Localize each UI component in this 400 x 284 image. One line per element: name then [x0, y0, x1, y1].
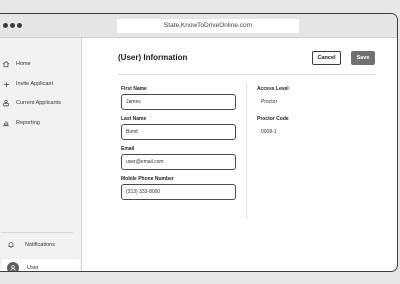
sidebar: Home Invite Applicant Current Applicants…: [0, 38, 82, 271]
sidebar-item-label: Reporting: [16, 120, 40, 126]
phone-field[interactable]: [121, 184, 236, 200]
save-button[interactable]: Save: [351, 51, 375, 65]
access-level-value: Proctor: [261, 99, 278, 105]
sidebar-item-home[interactable]: Home: [1, 57, 31, 71]
sidebar-item-current-applicants[interactable]: Current Applicants: [1, 96, 61, 110]
first-name-label: First Name: [121, 86, 147, 92]
sidebar-item-user[interactable]: User: [1, 259, 80, 271]
phone-label: Mobile Phone Number: [121, 176, 174, 182]
applicants-icon: [1, 98, 11, 108]
sidebar-divider: [1, 232, 73, 233]
home-icon: [1, 59, 11, 69]
cancel-button[interactable]: Cancel: [312, 51, 341, 65]
access-level-label: Access Level: [257, 86, 289, 92]
sidebar-item-invite-applicant[interactable]: Invite Applicant: [1, 77, 53, 91]
plus-icon: [1, 79, 11, 89]
proctor-code-label: Proctor Code: [257, 116, 289, 122]
url-bar[interactable]: State.KnowToDriveOnline.com: [117, 19, 299, 33]
sidebar-item-label: Notifications: [25, 242, 55, 248]
sidebar-item-label: Invite Applicant: [16, 81, 53, 87]
window-control-dot[interactable]: [3, 23, 8, 28]
header-divider: [118, 74, 376, 75]
sidebar-item-label: Current Applicants: [16, 100, 61, 106]
user-icon: [10, 265, 16, 271]
proctor-code-value: 0008-1: [261, 129, 277, 135]
sidebar-item-notifications[interactable]: Notifications: [7, 238, 55, 252]
window-control-dot[interactable]: [17, 23, 22, 28]
bell-icon: [7, 241, 19, 249]
email-field[interactable]: [121, 154, 236, 170]
sidebar-item-label: User: [27, 265, 39, 271]
last-name-field[interactable]: [121, 124, 236, 140]
page-title: (User) Information: [118, 53, 188, 62]
sidebar-item-label: Home: [16, 61, 31, 67]
last-name-label: Last Name: [121, 116, 147, 122]
sidebar-item-reporting[interactable]: Reporting: [1, 116, 40, 130]
browser-window: State.KnowToDriveOnline.com Home Invite …: [0, 13, 398, 272]
avatar: [7, 262, 19, 271]
column-divider: [246, 84, 247, 219]
bar-chart-icon: [1, 118, 11, 128]
browser-titlebar: State.KnowToDriveOnline.com: [0, 14, 397, 38]
email-label: Email: [121, 146, 135, 152]
window-control-dot[interactable]: [10, 23, 15, 28]
first-name-field[interactable]: [121, 94, 236, 110]
